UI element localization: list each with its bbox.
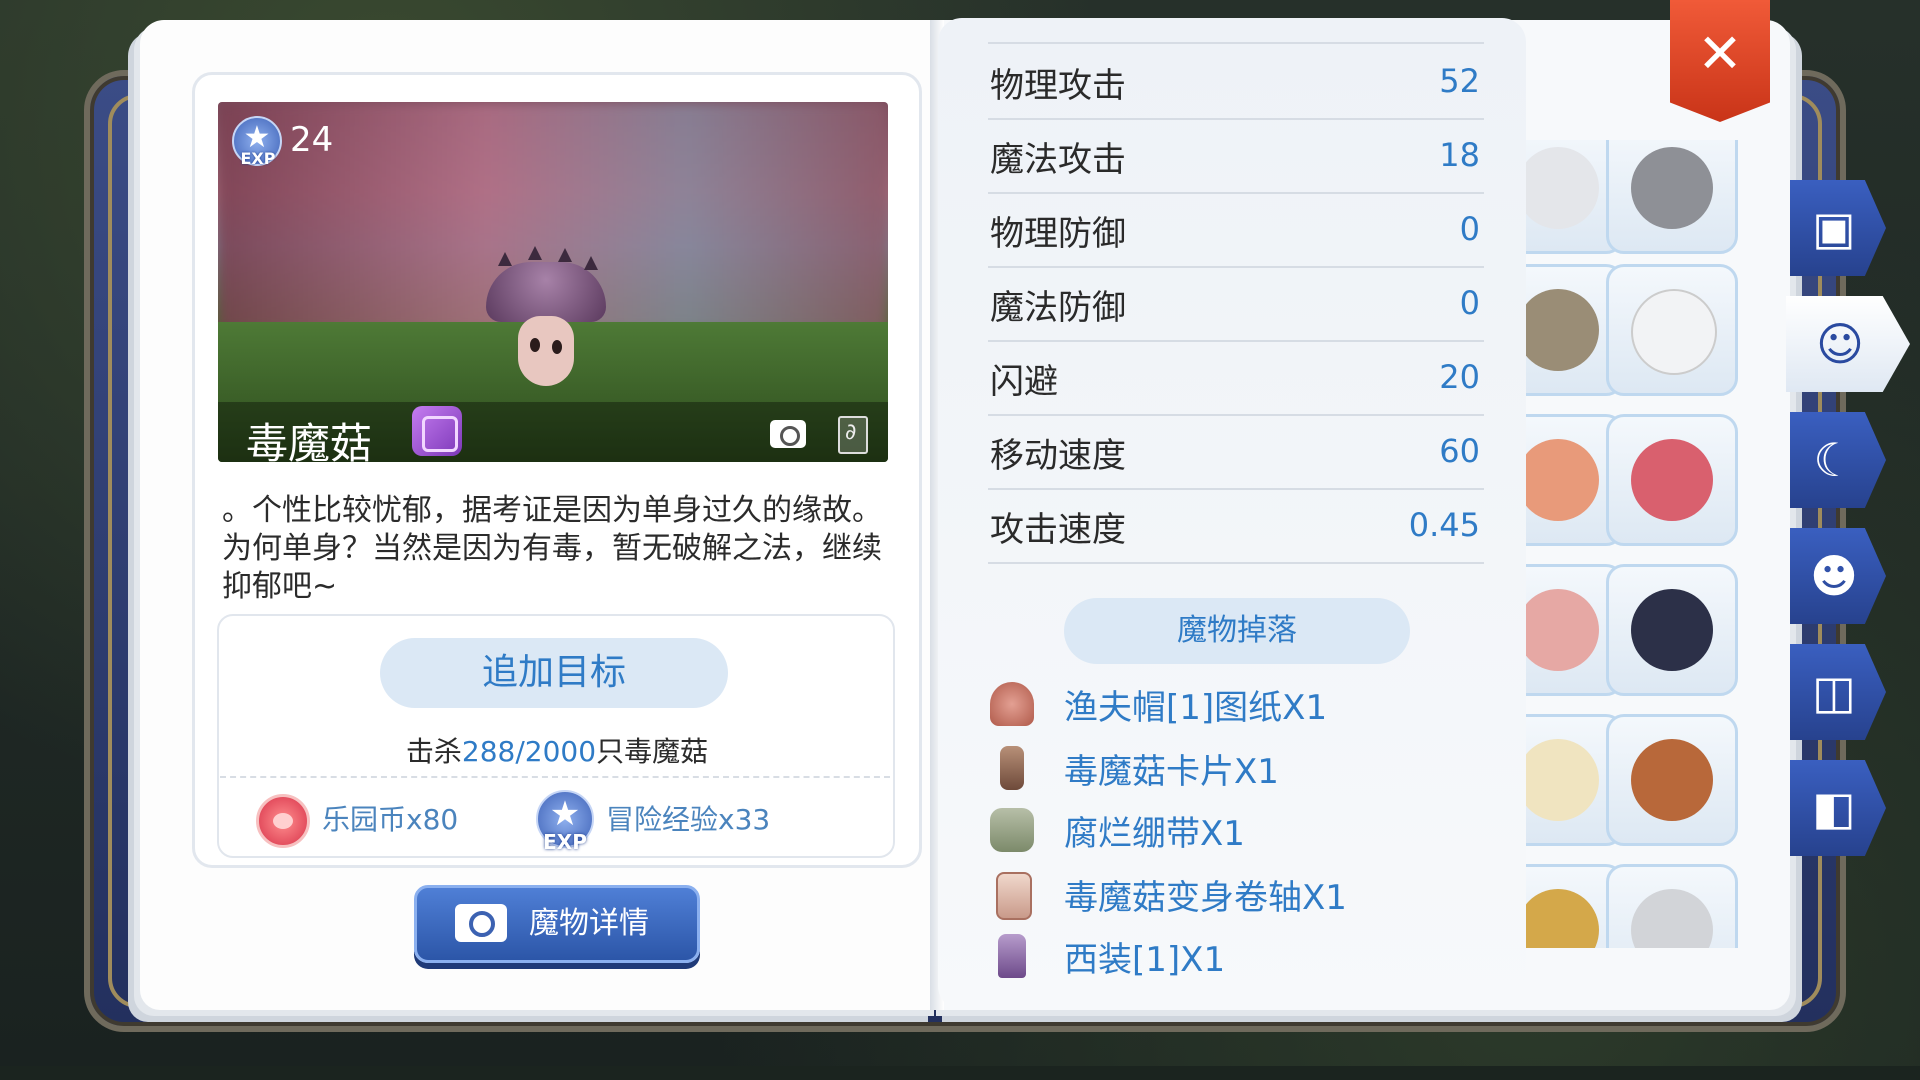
- drop-item[interactable]: 腐烂绷带X1: [990, 802, 1490, 858]
- monster-face-icon: ☺: [1816, 317, 1864, 371]
- suit-icon: [998, 934, 1026, 978]
- kill-prefix: 击杀: [405, 735, 462, 768]
- drops-header: 魔物掉落: [1064, 598, 1410, 664]
- drop-item[interactable]: 毒魔菇卡片X1: [990, 740, 1490, 796]
- cap-spike: [584, 256, 598, 270]
- add-target-button[interactable]: 追加目标: [380, 638, 728, 708]
- stat-row: 魔法防御 0: [988, 266, 1484, 342]
- monster-tile[interactable]: [1606, 864, 1738, 948]
- monster-name: 毒魔菇: [246, 419, 373, 462]
- monster-type-icon: [412, 406, 462, 456]
- stat-row: 物理防御 0: [988, 192, 1484, 268]
- exp-icon: ★ EXP: [536, 790, 594, 854]
- reward-exp: 冒险经验x33: [606, 803, 771, 836]
- monster-collection-grid: [1526, 140, 1756, 948]
- monster-tile[interactable]: [1606, 140, 1738, 254]
- mushroom-cap: [486, 262, 606, 322]
- kill-progress: 击杀288/2000只毒魔菇: [222, 730, 892, 770]
- open-book-icon: ◫: [1812, 665, 1856, 719]
- book-icon: ▣: [1812, 201, 1856, 255]
- npc-head-icon: ☻: [1810, 549, 1858, 603]
- horn-icon: ☾: [1813, 433, 1855, 487]
- bottom-strip: [0, 1066, 1920, 1080]
- stat-row: 移动速度 60: [988, 414, 1484, 490]
- hat-icon: [990, 682, 1034, 726]
- divider: [220, 776, 890, 778]
- mushroom-body: [518, 316, 574, 386]
- drop-item[interactable]: 西装[1]X1: [990, 928, 1490, 984]
- kill-count: 288/2000: [461, 735, 597, 768]
- monster-description: 。个性比较忧郁，据考证是因为单身过久的缘故。为何单身？当然是因为有毒，暂无破解之…: [222, 493, 882, 604]
- monster-detail-button[interactable]: 魔物详情: [414, 885, 700, 963]
- card-icon: ◧: [1812, 781, 1856, 835]
- coin-icon: [256, 794, 310, 848]
- scroll-icon: [996, 872, 1032, 920]
- cap-spike: [528, 246, 542, 260]
- reward-coin: 乐园币x80: [322, 803, 459, 836]
- camera-icon[interactable]: [770, 420, 806, 448]
- monster-photo: ★ EXP 24 毒魔菇: [218, 102, 888, 462]
- monster-tile[interactable]: [1606, 714, 1738, 846]
- drop-item[interactable]: 毒魔菇变身卷轴X1: [990, 866, 1490, 922]
- kill-suffix: 只毒魔菇: [596, 735, 709, 768]
- stat-row: 闪避 20: [988, 340, 1484, 416]
- card-icon: [1000, 746, 1024, 790]
- card-icon[interactable]: [838, 416, 868, 454]
- camera-icon: [455, 904, 507, 942]
- monster-tile[interactable]: [1606, 564, 1738, 696]
- exp-icon: ★ EXP: [232, 116, 282, 168]
- stat-row: 物理攻击 52: [988, 44, 1484, 120]
- mushroom-eye: [530, 338, 540, 352]
- stat-row: 攻击速度 0.45: [988, 488, 1484, 564]
- close-button[interactable]: ✕: [1670, 0, 1770, 122]
- mushroom-eye: [552, 340, 562, 354]
- drop-item[interactable]: 渔夫帽[1]图纸X1: [990, 676, 1490, 732]
- monster-tile[interactable]: [1606, 264, 1738, 396]
- monster-tile[interactable]: [1606, 414, 1738, 546]
- bandage-icon: [990, 808, 1034, 852]
- cap-spike: [498, 252, 512, 266]
- stat-row: 魔法攻击 18: [988, 118, 1484, 194]
- cap-spike: [558, 248, 572, 262]
- exp-level: 24: [290, 120, 334, 160]
